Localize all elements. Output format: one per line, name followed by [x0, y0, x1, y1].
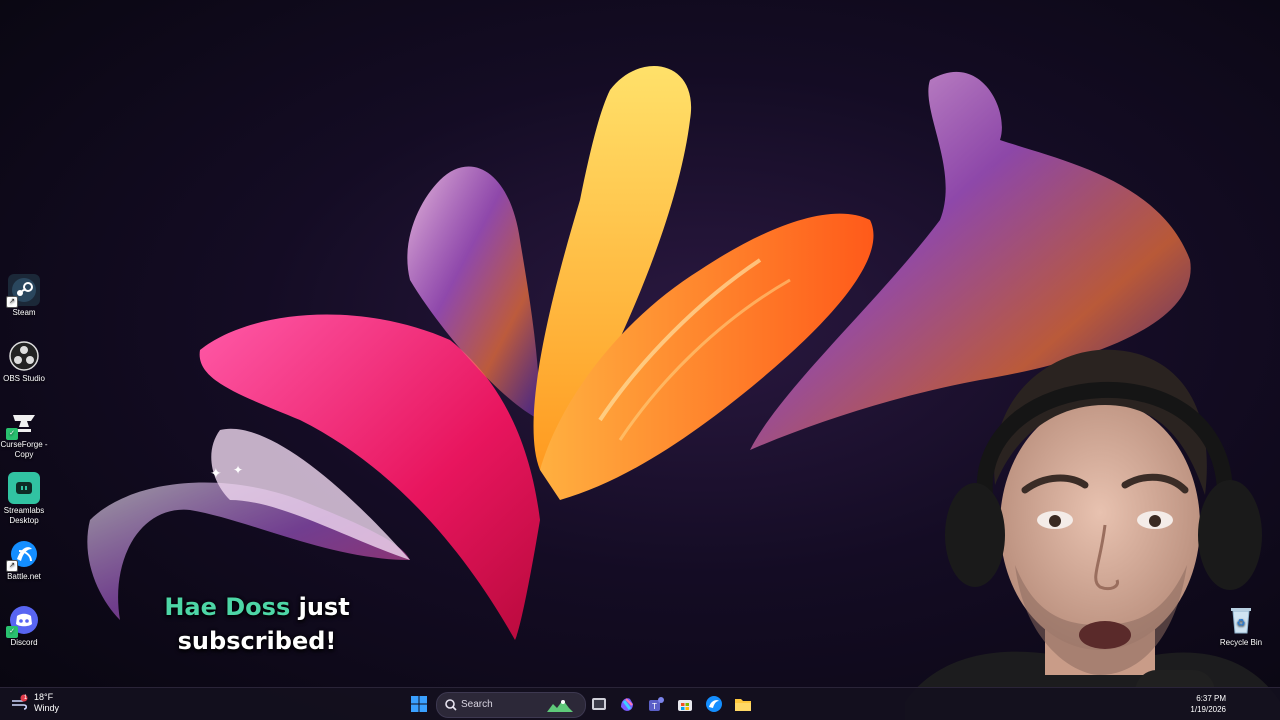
svg-text:✦: ✦ — [233, 463, 243, 477]
desktop-icon-label: OBS Studio — [3, 374, 45, 383]
clock-time: 6:37 PM — [1196, 694, 1226, 703]
curseforge-icon: ✓ — [6, 406, 40, 440]
store-button[interactable] — [674, 693, 696, 715]
taskbar: 1 18°F Windy Search T 6:37 PM 1/19/2026 — [0, 687, 1280, 720]
desktop-icon-steam[interactable]: ↗ Steam — [0, 274, 52, 318]
desktop-icon-label: Discord — [10, 638, 38, 647]
desktop-icon-label: Steam — [12, 308, 36, 317]
teams-button[interactable]: T — [645, 693, 667, 715]
desktop-icon-curseforge[interactable]: ✓ CurseForge - Copy — [0, 406, 52, 460]
svg-text:✦: ✦ — [210, 466, 222, 482]
clock-date: 1/19/2026 — [1190, 705, 1226, 714]
shortcut-arrow-icon: ↗ — [6, 296, 18, 308]
sync-check-icon: ✓ — [6, 428, 18, 440]
copilot-button[interactable] — [616, 693, 638, 715]
battlenet-icon: ↗ — [6, 538, 40, 572]
streamlabs-icon — [8, 472, 40, 504]
store-icon — [678, 700, 692, 711]
start-button[interactable] — [408, 693, 430, 715]
desktop-icon-discord[interactable]: ✓ Discord — [0, 604, 52, 648]
weather-desc: Windy — [34, 703, 60, 713]
discord-icon: ✓ — [6, 604, 40, 638]
shortcut-arrow-icon: ↗ — [6, 560, 18, 572]
obs-icon — [8, 340, 40, 372]
file-explorer-button[interactable] — [732, 693, 754, 715]
desktop-icon-streamlabs[interactable]: Streamlabs Desktop — [0, 472, 52, 526]
sync-check-icon: ✓ — [6, 626, 18, 638]
desktop-icon-label: Streamlabs Desktop — [3, 506, 45, 525]
battlenet-taskbar-button[interactable] — [703, 693, 725, 715]
subscriber-alert: Hae Doss just subscribed! — [162, 590, 352, 658]
teams-icon: T — [649, 697, 664, 711]
weather-temp: 18°F — [34, 692, 54, 702]
search-label: Search — [461, 699, 493, 710]
taskbar-search-box[interactable]: Search — [436, 692, 586, 718]
alert-text-just: just — [298, 593, 350, 621]
task-view-button[interactable] — [588, 693, 610, 715]
search-icon — [445, 699, 457, 711]
alert-text-subscribed: subscribed! — [177, 627, 337, 655]
subscriber-name: Hae Doss — [164, 593, 291, 621]
search-highlight-icon — [547, 700, 573, 712]
steam-icon: ↗ — [6, 274, 40, 308]
task-view-icon — [592, 698, 606, 710]
windows-logo-icon — [411, 696, 427, 712]
copilot-icon — [621, 698, 633, 711]
webcam-overlay — [905, 349, 1280, 720]
desktop-icon-label: CurseForge - Copy — [0, 440, 48, 459]
desktop: ✦ ✦ ↗ Steam OBS Studio ✓ CurseForge - Co… — [0, 0, 1280, 720]
weather-badge: 1 — [23, 695, 28, 701]
desktop-icon-battlenet[interactable]: ↗ Battle.net — [0, 538, 52, 582]
folder-icon — [735, 699, 751, 711]
battlenet-icon — [706, 696, 722, 712]
svg-text:T: T — [652, 702, 657, 711]
system-clock[interactable]: 6:37 PM 1/19/2026 — [1190, 693, 1226, 715]
desktop-icon-obs[interactable]: OBS Studio — [0, 340, 52, 384]
desktop-icon-label: Battle.net — [7, 572, 41, 581]
